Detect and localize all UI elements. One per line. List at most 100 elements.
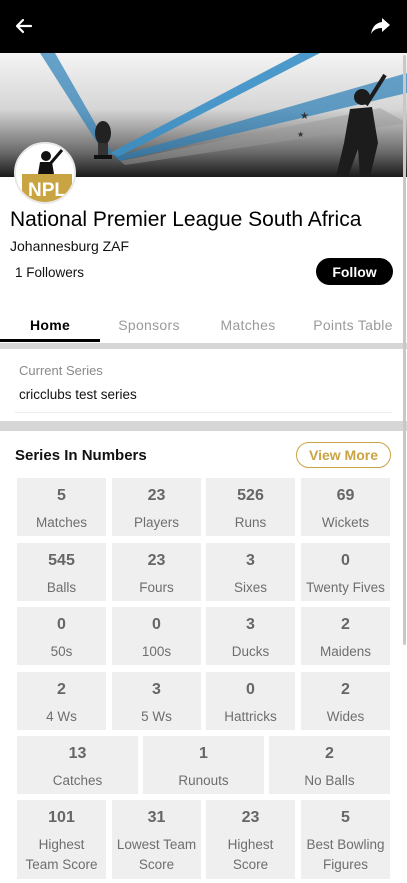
- stat-label: Twenty Fives: [306, 580, 385, 595]
- tab-matches[interactable]: Matches: [203, 305, 293, 345]
- stat-50s: 0 50s: [17, 607, 106, 665]
- stat-label-line: Score: [138, 857, 175, 872]
- stat-label: Runouts: [178, 773, 229, 788]
- stat-matches: 5 Matches: [17, 478, 106, 536]
- stat-value: 0: [57, 616, 66, 633]
- stat-highest-score: 23 Highest Score: [206, 800, 295, 879]
- stat-value: 23: [241, 809, 260, 826]
- divider: [15, 412, 392, 413]
- stat-sixes: 3 Sixes: [206, 543, 295, 601]
- stat-hattricks: 0 Hattricks: [206, 672, 295, 730]
- svg-text:★: ★: [297, 130, 304, 139]
- stat-value: 3: [152, 681, 161, 698]
- tab-points-table[interactable]: Points Table: [304, 305, 402, 345]
- current-series-label: Current Series: [19, 363, 103, 378]
- stat-value: 23: [147, 487, 166, 504]
- stat-value: 3: [246, 616, 255, 633]
- stat-value: 2: [325, 745, 334, 762]
- svg-text:★: ★: [300, 111, 309, 122]
- stat-5-ws: 3 5 Ws: [112, 672, 201, 730]
- share-icon[interactable]: [369, 15, 391, 37]
- stat-value: 545: [48, 552, 75, 569]
- stat-value: 2: [341, 616, 350, 633]
- stat-label-line: Best Bowling: [306, 837, 385, 852]
- back-arrow-icon[interactable]: [13, 15, 35, 37]
- stat-label: Sixes: [233, 580, 267, 595]
- stat-value: 5: [57, 487, 66, 504]
- stat-value: 13: [68, 745, 87, 762]
- series-in-numbers-title: Series In Numbers: [15, 447, 147, 464]
- stat-wides: 2 Wides: [301, 672, 390, 730]
- stat-label: Ducks: [231, 644, 270, 659]
- stat-label: Fours: [139, 580, 174, 595]
- stat-label-line: Figures: [322, 857, 368, 872]
- stat-label: 4 Ws: [46, 709, 77, 724]
- stat-wickets: 69 Wickets: [301, 478, 390, 536]
- stat-100s: 0 100s: [112, 607, 201, 665]
- stat-label: Best Bowling Figures: [301, 835, 390, 875]
- stat-label: Lowest Team Score: [112, 835, 201, 875]
- logo-text: NPL: [28, 180, 66, 201]
- league-title: National Premier League South Africa: [10, 208, 362, 231]
- stat-value: 101: [48, 809, 75, 826]
- stat-value: 31: [147, 809, 166, 826]
- follow-button[interactable]: Follow: [316, 258, 393, 285]
- stat-label-line: Team Score: [25, 857, 98, 872]
- stat-label-line: Lowest Team: [116, 837, 197, 852]
- stat-label: Highest Team Score: [17, 835, 106, 875]
- stat-label: Wickets: [321, 515, 370, 530]
- top-app-bar: [0, 0, 407, 53]
- stat-players: 23 Players: [112, 478, 201, 536]
- stat-value: 2: [341, 681, 350, 698]
- stat-label: Runs: [234, 515, 267, 530]
- stat-value: 2: [57, 681, 66, 698]
- stat-value: 526: [237, 487, 264, 504]
- scrollbar[interactable]: [403, 55, 406, 645]
- league-logo: NPL: [14, 142, 76, 204]
- stat-maidens: 2 Maidens: [301, 607, 390, 665]
- stat-no-balls: 2 No Balls: [269, 736, 390, 794]
- stat-catches: 13 Catches: [17, 736, 138, 794]
- stat-label-line: Score: [232, 857, 269, 872]
- stat-label: Maidens: [319, 644, 372, 659]
- stat-label-line: Highest: [38, 837, 85, 852]
- stat-value: 5: [341, 809, 350, 826]
- current-series-name[interactable]: cricclubs test series: [19, 387, 137, 402]
- stat-label: 5 Ws: [141, 709, 172, 724]
- stat-label: 50s: [50, 644, 73, 659]
- active-tab-indicator: [0, 339, 100, 342]
- stat-value: 23: [147, 552, 166, 569]
- section-divider: [0, 421, 407, 431]
- stat-label: 100s: [141, 644, 172, 659]
- stat-balls: 545 Balls: [17, 543, 106, 601]
- stat-label: Catches: [52, 773, 103, 788]
- stat-4-ws: 2 4 Ws: [17, 672, 106, 730]
- stat-value: 0: [152, 616, 161, 633]
- stat-label-line: Highest: [227, 837, 274, 852]
- section-divider: [0, 343, 407, 349]
- stat-fours: 23 Fours: [112, 543, 201, 601]
- stat-label: Hattricks: [224, 709, 277, 724]
- stat-label: Players: [133, 515, 179, 530]
- stat-value: 0: [341, 552, 350, 569]
- stat-best-bowling-figures: 5 Best Bowling Figures: [301, 800, 390, 879]
- stat-label: Matches: [35, 515, 88, 530]
- stat-label: Highest Score: [206, 835, 295, 875]
- stat-runouts: 1 Runouts: [143, 736, 264, 794]
- league-location: Johannesburg ZAF: [10, 238, 130, 254]
- stat-runs: 526 Runs: [206, 478, 295, 536]
- stat-twenty-fives: 0 Twenty Fives: [301, 543, 390, 601]
- stat-value: 69: [336, 487, 355, 504]
- followers-count: 1 Followers: [15, 265, 85, 280]
- stat-lowest-team-score: 31 Lowest Team Score: [112, 800, 201, 879]
- stat-value: 3: [246, 552, 255, 569]
- stat-label: Wides: [326, 709, 365, 724]
- stat-highest-team-score: 101 Highest Team Score: [17, 800, 106, 879]
- stat-value: 1: [199, 745, 208, 762]
- stat-label: Balls: [46, 580, 77, 595]
- stat-ducks: 3 Ducks: [206, 607, 295, 665]
- view-more-button[interactable]: View More: [296, 442, 391, 468]
- stat-value: 0: [246, 681, 255, 698]
- tab-sponsors[interactable]: Sponsors: [104, 305, 194, 345]
- stat-label: No Balls: [304, 773, 355, 788]
